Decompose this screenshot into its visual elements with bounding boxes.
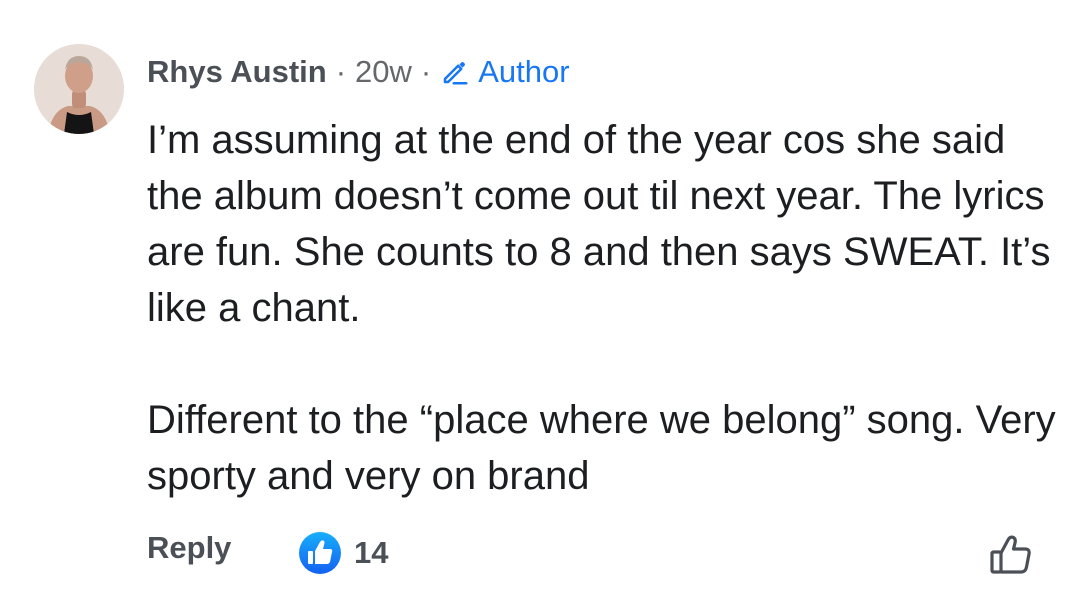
avatar-image: [34, 44, 124, 134]
avatar[interactable]: [34, 44, 124, 134]
meta-separator: ·: [335, 54, 347, 89]
comment-paragraph: I’m assuming at the end of the year cos …: [147, 118, 1051, 330]
meta-separator: ·: [420, 54, 432, 89]
comment-body: I’m assuming at the end of the year cos …: [147, 112, 1067, 504]
comment-meta: Rhys Austin · 20w · Author: [147, 50, 570, 94]
author-badge: Author: [440, 54, 570, 90]
reaction-summary[interactable]: 14: [298, 531, 388, 575]
reply-button[interactable]: Reply: [147, 530, 231, 566]
reaction-count: 14: [354, 535, 389, 570]
author-name[interactable]: Rhys Austin: [147, 54, 327, 90]
comment-time[interactable]: 20w: [355, 54, 412, 90]
thumbs-up-outline-icon[interactable]: [987, 530, 1035, 578]
comment: Rhys Austin · 20w · Author I’m assuming …: [0, 0, 1080, 598]
author-badge-label: Author: [478, 54, 570, 89]
like-badge-icon: [299, 532, 341, 574]
pencil-icon: [443, 62, 468, 85]
comment-paragraph: Different to the “place where we belong”…: [147, 398, 1056, 498]
